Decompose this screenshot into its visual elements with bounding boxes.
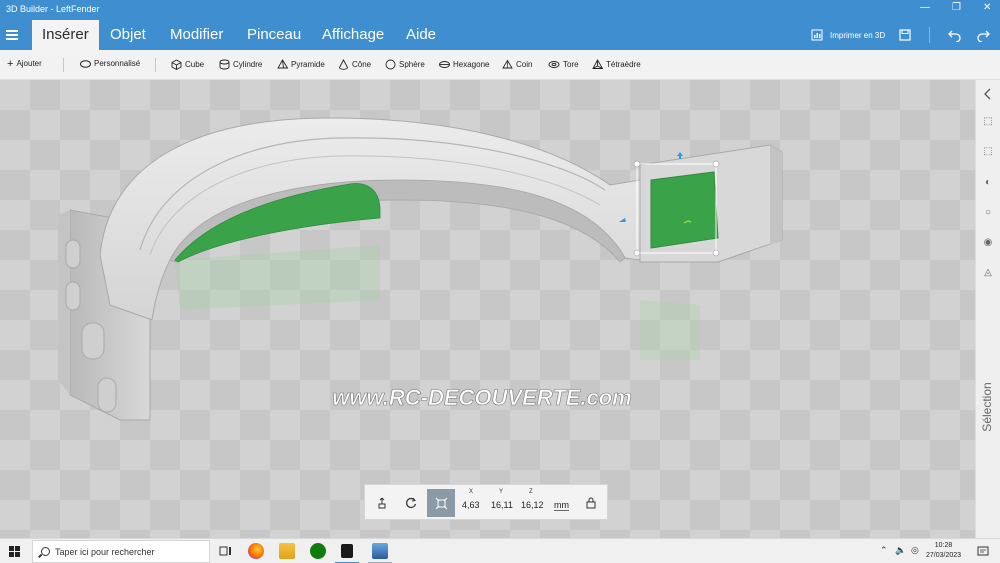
- y-axis-label: Y: [499, 489, 504, 495]
- tab-pinceau[interactable]: Pinceau: [237, 20, 311, 50]
- move-icon: [378, 497, 386, 509]
- save-icon[interactable]: [899, 29, 911, 41]
- speaker-icon[interactable]: 🔈: [895, 545, 906, 556]
- mount-tab: [65, 239, 81, 269]
- taskbar: Taper ici pour rechercher ⌃ 🔈 ◎ 10:28 27…: [0, 538, 1000, 563]
- file-explorer-icon[interactable]: [279, 543, 295, 559]
- redo-icon[interactable]: [976, 28, 990, 42]
- resize-handle[interactable]: [712, 160, 720, 168]
- notification-icon[interactable]: [977, 546, 989, 557]
- tetrahedron-icon: [592, 59, 603, 69]
- print3d-button[interactable]: Imprimer en 3D: [830, 31, 885, 40]
- resize-handle[interactable]: [633, 160, 641, 168]
- scale-tool-button[interactable]: [427, 489, 455, 517]
- cylinder-icon: [219, 59, 230, 70]
- shape-pyramid-button[interactable]: Pyramide: [277, 59, 325, 70]
- tab-objet[interactable]: Objet: [100, 20, 156, 50]
- task-view-icon[interactable]: [219, 545, 233, 557]
- taskbar-clock[interactable]: 10:28 27/03/2023: [926, 541, 961, 561]
- cone-icon: [339, 59, 348, 70]
- restore-icon[interactable]: ❐: [952, 2, 961, 13]
- 3d-scene[interactable]: www.RC-DECOUVERTE.com: [0, 80, 975, 538]
- shape-sphere-button[interactable]: Sphère: [385, 59, 425, 70]
- firefox-icon[interactable]: [248, 543, 264, 559]
- pyramid-icon: [277, 59, 288, 69]
- chevron-up-icon[interactable]: ⌃: [880, 545, 888, 556]
- select-object-icon[interactable]: ⬚: [982, 116, 994, 128]
- shape-torus-button[interactable]: Tore: [548, 59, 579, 70]
- select-edge-icon[interactable]: ◐: [982, 177, 994, 189]
- tab-modifier[interactable]: Modifier: [160, 20, 233, 50]
- scale-icon: [435, 497, 447, 509]
- taskbar-search-box[interactable]: Taper ici pour rechercher: [32, 540, 210, 563]
- rotate-tool-button[interactable]: [397, 489, 425, 517]
- add-button[interactable]: + Ajouter: [7, 57, 42, 70]
- reflection: [640, 300, 700, 360]
- minimize-icon[interactable]: —: [920, 2, 930, 13]
- selected-square-face[interactable]: [650, 171, 719, 249]
- shape-tetrahedron-button[interactable]: Tétraèdre: [592, 59, 641, 70]
- network-icon[interactable]: ◎: [911, 545, 919, 556]
- 3d-builder-taskbar-icon[interactable]: [341, 544, 353, 558]
- search-icon: [41, 547, 50, 556]
- shape-cone-button[interactable]: Cône: [338, 59, 371, 70]
- title-bar: 3D Builder - LeftFender — ❐ ✕ Insérer Ob…: [0, 0, 1000, 50]
- undo-icon[interactable]: [948, 28, 962, 42]
- insert-toolbar: + Ajouter Personnalisé Cube Cylindre Pyr…: [0, 50, 1000, 80]
- move-arrow-up-icon[interactable]: [677, 152, 683, 159]
- tab-inserer[interactable]: Insérer: [32, 20, 99, 50]
- tab-aide[interactable]: Aide: [396, 20, 446, 50]
- z-axis-label: Z: [529, 489, 533, 495]
- hexagon-icon: [439, 61, 450, 68]
- wedge-icon: [502, 59, 513, 69]
- custom-shape-button[interactable]: Personnalisé: [80, 59, 140, 68]
- xbox-icon[interactable]: [310, 543, 326, 559]
- end-plate-side: [770, 145, 782, 245]
- chevron-left-icon[interactable]: [982, 88, 994, 100]
- shape-hexagon-button[interactable]: Hexagone: [439, 59, 489, 70]
- move-tool-button[interactable]: [368, 489, 396, 517]
- plus-icon: +: [7, 57, 14, 70]
- toolbar-divider: [155, 58, 156, 72]
- app-icon[interactable]: [372, 543, 388, 559]
- shape-wedge-button[interactable]: Coin: [502, 59, 532, 70]
- z-value-input[interactable]: 16,12: [521, 500, 544, 510]
- sphere-icon: [385, 59, 396, 70]
- shape-cube-button[interactable]: Cube: [171, 59, 204, 70]
- x-value-input[interactable]: 4,63: [462, 500, 480, 510]
- select-face-icon[interactable]: ⬚: [982, 146, 994, 158]
- windows-start-icon[interactable]: [9, 546, 20, 557]
- right-sidebar: ⬚ ⬚ ◐ ○ ◉ ◬ Sélection: [975, 80, 1000, 538]
- lock-icon[interactable]: [586, 497, 596, 509]
- menu-icon[interactable]: [6, 30, 18, 40]
- select-vertex-icon[interactable]: ◉: [982, 237, 994, 249]
- mount-tab: [81, 322, 105, 360]
- print3d-icon[interactable]: [811, 29, 823, 41]
- y-value-input[interactable]: 16,11: [491, 500, 513, 510]
- unit-selector[interactable]: mm: [554, 500, 569, 511]
- reflection: [175, 245, 380, 310]
- cloud-shapes-icon: [80, 60, 91, 68]
- torus-icon: [548, 61, 560, 68]
- app-title: 3D Builder - LeftFender: [6, 4, 100, 14]
- tab-affichage[interactable]: Affichage: [312, 20, 394, 50]
- x-axis-label: X: [469, 489, 474, 495]
- divider: [929, 27, 930, 43]
- selection-panel-label[interactable]: Sélection: [977, 380, 999, 440]
- toolbar-divider: [63, 58, 64, 72]
- select-circle-icon[interactable]: ○: [982, 207, 994, 219]
- resize-handle[interactable]: [712, 249, 720, 257]
- close-icon[interactable]: ✕: [983, 2, 991, 13]
- mount-tab: [65, 281, 81, 311]
- mount-tab: [97, 377, 117, 413]
- cube-icon: [171, 59, 182, 70]
- 3d-viewport[interactable]: www.RC-DECOUVERTE.com: [0, 80, 975, 538]
- watermark-text: www.RC-DECOUVERTE.com: [332, 385, 631, 410]
- rotate-icon: [406, 497, 417, 508]
- shape-cylinder-button[interactable]: Cylindre: [219, 59, 262, 70]
- transform-panel: X 4,63 Y 16,11 Z 16,12 mm: [364, 484, 608, 520]
- select-triangle-icon[interactable]: ◬: [982, 267, 994, 279]
- search-placeholder: Taper ici pour rechercher: [55, 547, 155, 557]
- resize-handle[interactable]: [633, 249, 641, 257]
